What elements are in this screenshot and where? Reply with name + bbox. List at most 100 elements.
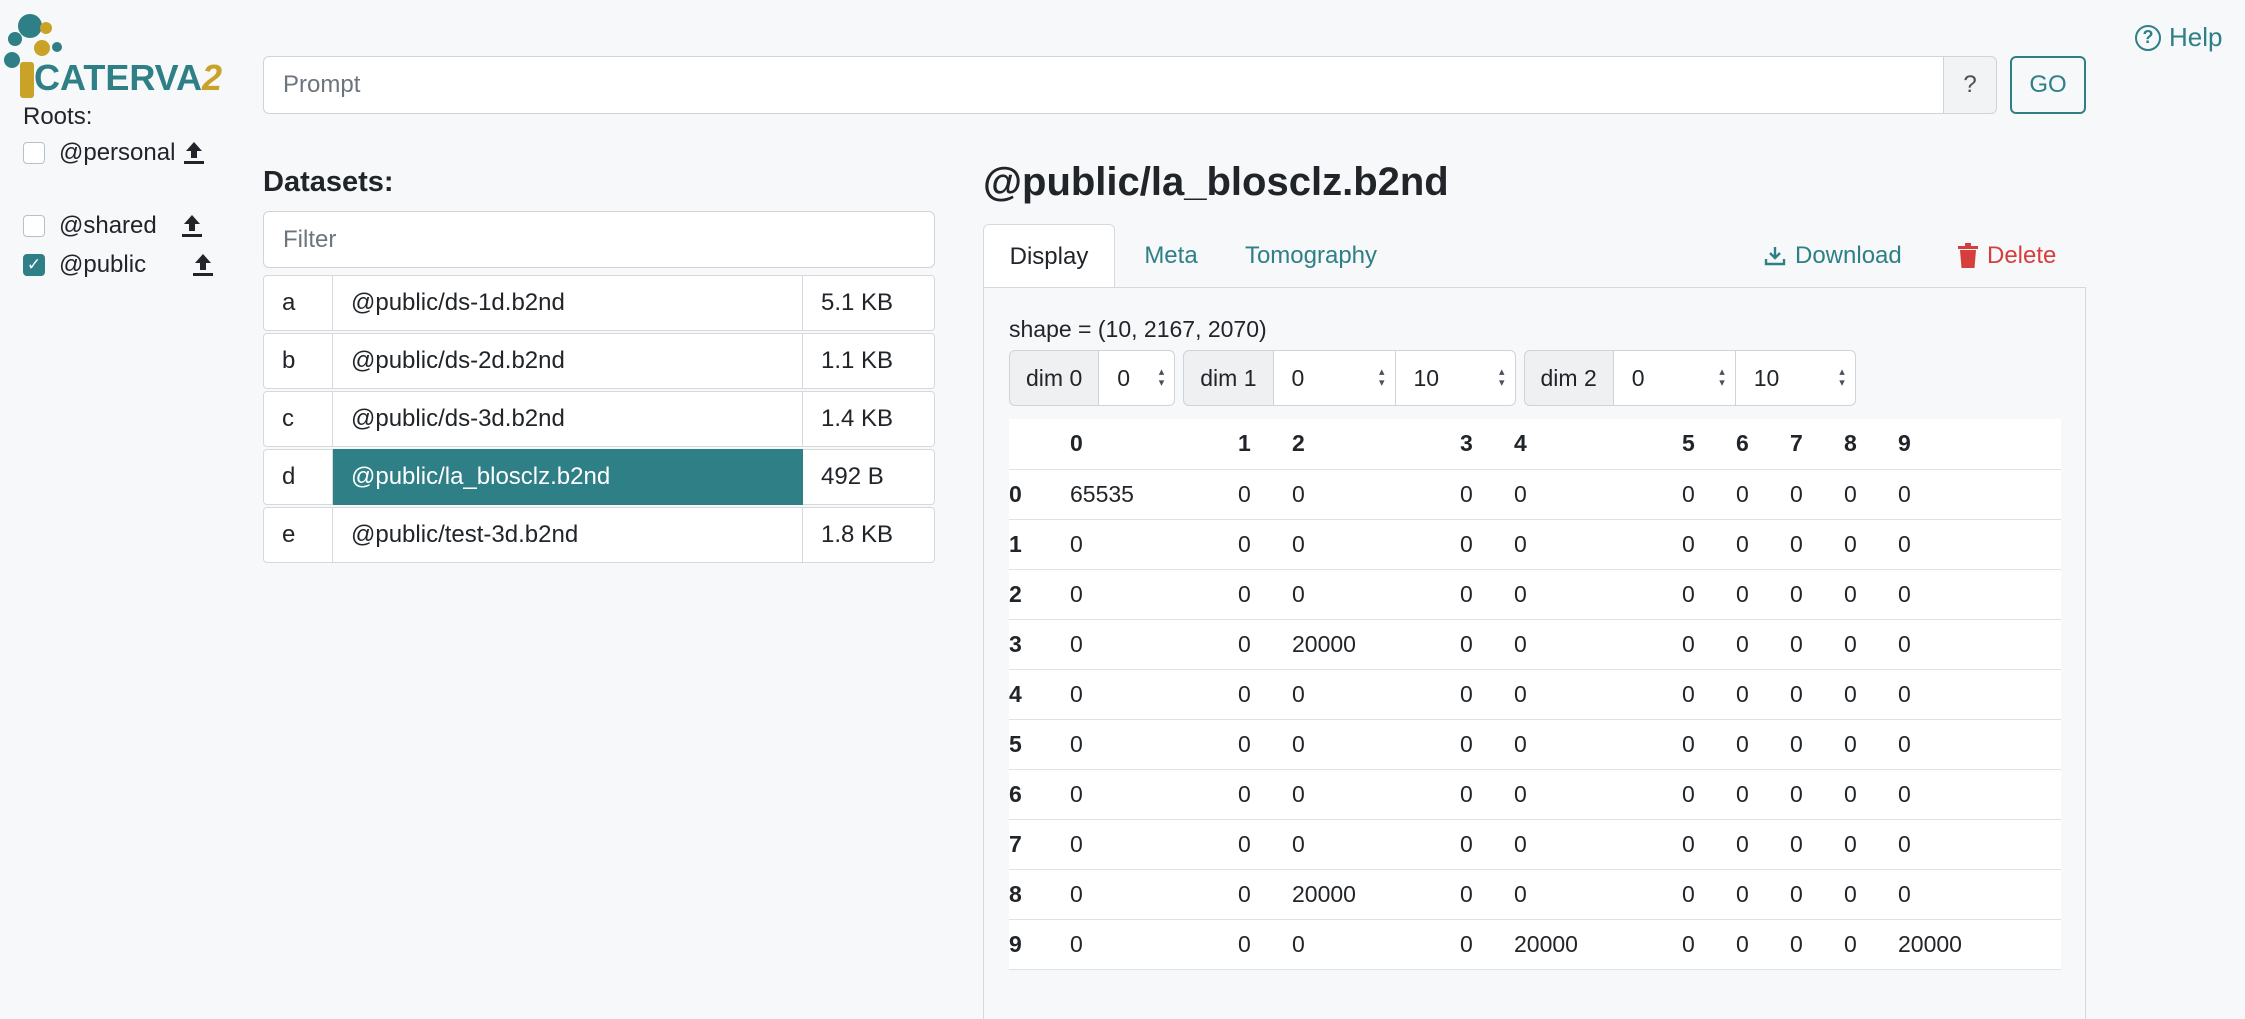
logo-dot (40, 22, 52, 34)
stepper-arrows-icon[interactable]: ▴ ▾ (1839, 367, 1845, 389)
table-cell: 0 (1898, 469, 2061, 520)
brand-suffix: 2 (202, 57, 223, 98)
dataset-size: 1.1 KB (803, 333, 935, 389)
dataset-filter-input[interactable] (263, 211, 935, 268)
table-cell: 0 (1682, 569, 1736, 620)
table-cell: 0 (1514, 819, 1682, 870)
tab-meta[interactable]: Meta (1121, 224, 1221, 288)
table-cell: 0 (1736, 719, 1790, 770)
table-cell: 0 (1898, 719, 2061, 770)
table-cell: 0 (1790, 869, 1844, 920)
table-cell: 0 (1238, 769, 1292, 820)
table-cell: 0 (1790, 819, 1844, 870)
logo-dot (8, 32, 22, 46)
dim-2-stop-stepper[interactable]: 10 ▴ ▾ (1735, 350, 1856, 406)
table-cell: 0 (1292, 819, 1460, 870)
table-cell: 0 (1460, 569, 1514, 620)
table-cell: 20000 (1514, 919, 1682, 970)
table-row: 9 0 0 0 0 20000 0 0 0 0 20000 (1009, 919, 2061, 970)
prompt-input[interactable] (263, 56, 1943, 114)
table-cell: 0 (1898, 569, 2061, 620)
table-cell: 0 (1682, 519, 1736, 570)
prompt-help-button[interactable]: ? (1943, 56, 1997, 114)
stepper-arrows-icon[interactable]: ▴ ▾ (1159, 367, 1165, 389)
dim-1-stop-stepper[interactable]: 10 ▴ ▾ (1395, 350, 1516, 406)
column-header: 0 (1070, 419, 1238, 470)
column-header: 5 (1682, 419, 1736, 470)
table-cell: 0 (1460, 869, 1514, 920)
table-row: 0 65535 0 0 0 0 0 0 0 0 0 (1009, 469, 2061, 520)
caterva2-logo[interactable]: CATERVA2 (0, 8, 240, 98)
table-cell: 0 (1238, 569, 1292, 620)
table-cell: 0 (1070, 619, 1238, 670)
dataset-path[interactable]: @public/test-3d.b2nd (333, 507, 803, 563)
tab-display[interactable]: Display (983, 224, 1115, 288)
help-link[interactable]: ? Help (2135, 22, 2245, 53)
dim-2-group: dim 2 0 ▴ ▾ 10 ▴ ▾ (1523, 350, 1856, 406)
table-cell: 0 (1514, 469, 1682, 520)
dataset-path[interactable]: @public/ds-1d.b2nd (333, 275, 803, 331)
table-cell: 0 (1238, 919, 1292, 970)
table-cell: 0 (1238, 819, 1292, 870)
root-label: @public (59, 251, 147, 278)
go-button[interactable]: GO (2010, 56, 2086, 114)
table-cell: 0 (1070, 869, 1238, 920)
dataset-row[interactable]: e @public/test-3d.b2nd 1.8 KB (263, 507, 935, 563)
help-label: Help (2169, 22, 2223, 52)
dim-0-group: dim 0 0 ▴ ▾ (1009, 350, 1176, 406)
dataset-row[interactable]: c @public/ds-3d.b2nd 1.4 KB (263, 391, 935, 447)
logo-stem (20, 62, 34, 98)
table-cell: 65535 (1070, 469, 1238, 520)
stepper-arrows-icon[interactable]: ▴ ▾ (1379, 367, 1385, 389)
upload-icon[interactable] (190, 251, 216, 279)
row-header: 7 (1009, 819, 1070, 870)
table-cell: 0 (1514, 519, 1682, 570)
dataset-title: @public/la_blosclz.b2nd (983, 160, 1449, 204)
row-header: 6 (1009, 769, 1070, 820)
dataset-path[interactable]: @public/la_blosclz.b2nd (333, 449, 803, 505)
dataset-path[interactable]: @public/ds-2d.b2nd (333, 333, 803, 389)
table-cell: 0 (1844, 819, 1898, 870)
brand-name: CATERVA (34, 57, 203, 98)
dataset-row[interactable]: b @public/ds-2d.b2nd 1.1 KB (263, 333, 935, 389)
column-header: 9 (1898, 419, 2061, 470)
dataset-path[interactable]: @public/ds-3d.b2nd (333, 391, 803, 447)
stepper-arrows-icon[interactable]: ▴ ▾ (1499, 367, 1505, 389)
table-cell: 0 (1460, 619, 1514, 670)
table-cell: 0 (1736, 869, 1790, 920)
dim-1-group: dim 1 0 ▴ ▾ 10 ▴ ▾ (1183, 350, 1516, 406)
upload-icon[interactable] (179, 212, 205, 240)
dim-value: 0 (1291, 364, 1305, 391)
logo-dot (18, 14, 42, 38)
dim-0-start-stepper[interactable]: 0 ▴ ▾ (1099, 350, 1176, 406)
root-checkbox-personal[interactable] (23, 142, 45, 164)
table-cell: 0 (1238, 519, 1292, 570)
table-cell: 0 (1844, 669, 1898, 720)
table-cell: 0 (1682, 469, 1736, 520)
dataset-key: c (263, 391, 333, 447)
table-cell: 0 (1682, 769, 1736, 820)
dim-1-start-stepper[interactable]: 0 ▴ ▾ (1273, 350, 1396, 406)
table-cell: 0 (1898, 869, 2061, 920)
dim-2-start-stepper[interactable]: 0 ▴ ▾ (1613, 350, 1736, 406)
dataset-row[interactable]: a @public/ds-1d.b2nd 5.1 KB (263, 275, 935, 331)
table-cell: 0 (1898, 669, 2061, 720)
download-link[interactable]: Download (1763, 224, 1902, 288)
dataset-key: d (263, 449, 333, 505)
stepper-arrows-icon[interactable]: ▴ ▾ (1719, 367, 1725, 389)
dataset-row-active[interactable]: d @public/la_blosclz.b2nd 492 B (263, 449, 935, 505)
table-cell: 0 (1070, 769, 1238, 820)
delete-link[interactable]: Delete (1957, 224, 2056, 288)
table-cell: 0 (1514, 619, 1682, 670)
root-checkbox-public[interactable]: ✓ (23, 254, 45, 276)
upload-icon[interactable] (181, 139, 207, 167)
root-checkbox-shared[interactable] (23, 215, 45, 237)
table-cell: 0 (1736, 819, 1790, 870)
table-cell: 0 (1790, 469, 1844, 520)
column-header: 8 (1844, 419, 1898, 470)
dim-label: dim 0 (1009, 350, 1100, 406)
tab-tomography[interactable]: Tomography (1231, 224, 1391, 288)
logo-dot (52, 42, 62, 52)
table-cell: 0 (1790, 669, 1844, 720)
table-body: 0 65535 0 0 0 0 0 0 0 0 0 1 0 0 0 0 0 0 0 0 0 0 2 0 0 0 0 0 0 0 0 0 0 3 0 0… (1009, 469, 2061, 970)
